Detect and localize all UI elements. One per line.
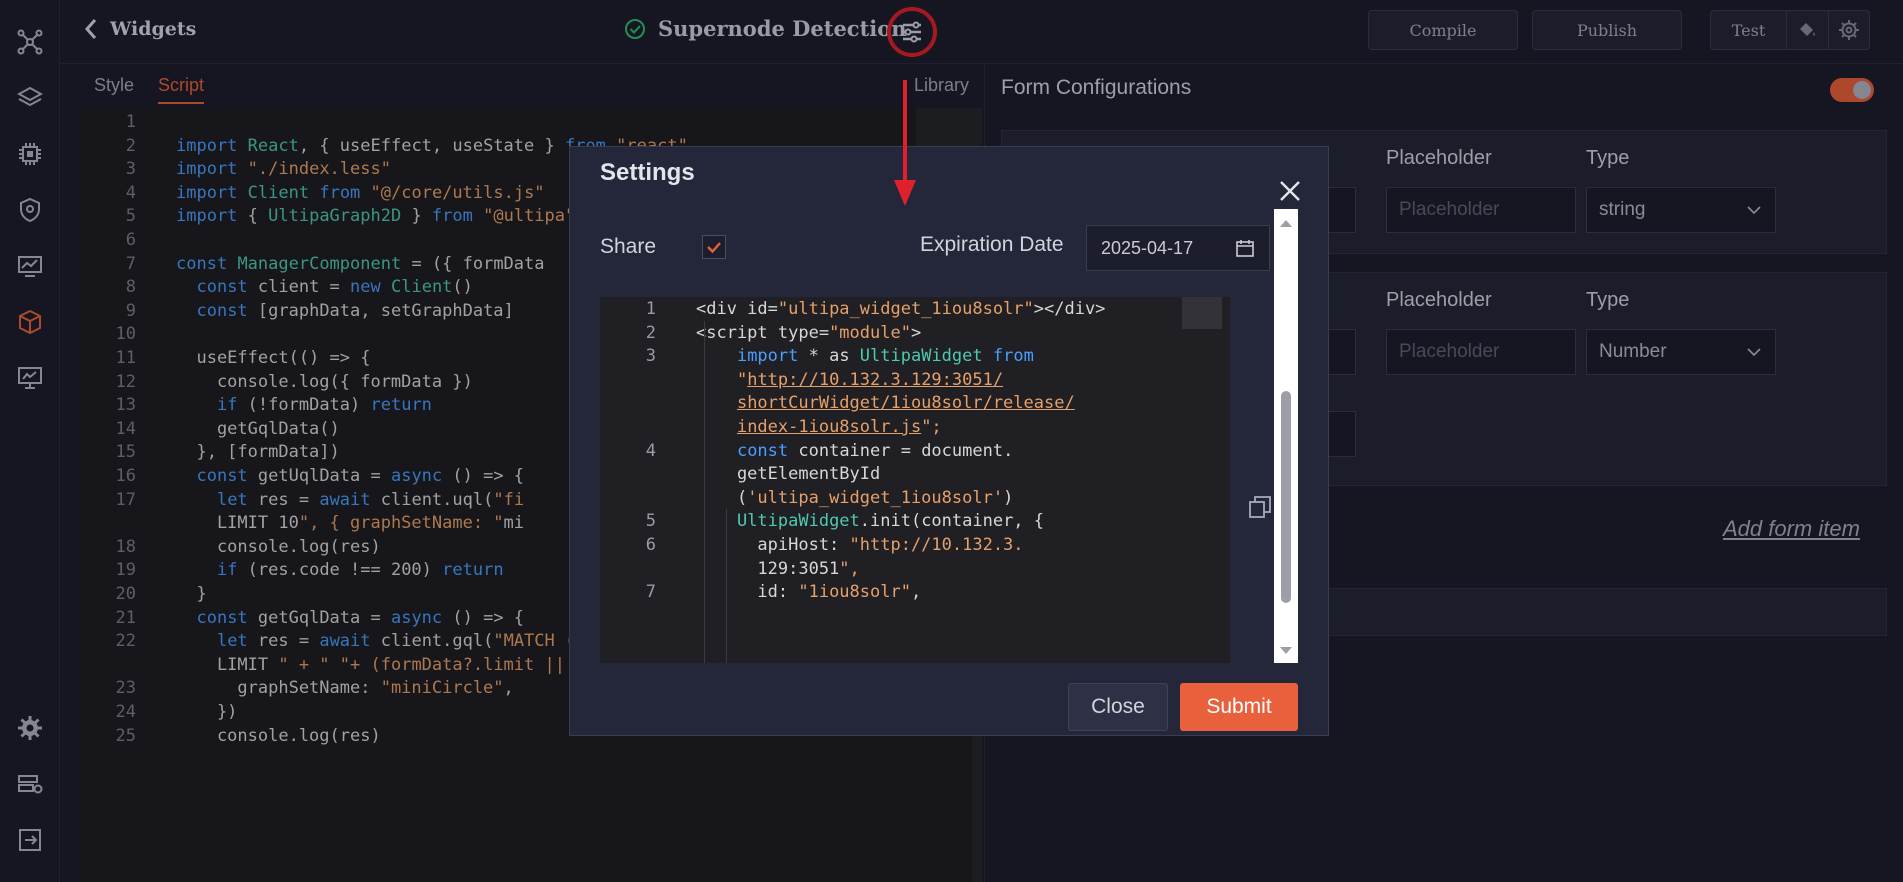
close-icon [1280,181,1300,201]
code-line: "http://10.132.3.129:3051/ [736,369,1004,390]
code-line: const container = document. [736,440,1014,461]
calendar-icon [1236,240,1254,257]
line-number: 5 [645,511,656,532]
code-line: <div id="ultipa_widget_1iou8solr"></div> [696,299,1106,319]
code-line: id: "1iou8solr", [696,582,922,603]
code-line: <script type="module"> [696,322,922,343]
embed-code-block[interactable]: 1 <div id="ultipa_widget_1iou8solr"></div… [600,297,1230,663]
expiration-date-picker[interactable]: 2025-04-17 [1086,225,1270,271]
code-line: apiHost: "http://10.132.3. [696,535,1024,555]
share-checkbox[interactable] [702,235,726,259]
line-number: 4 [645,440,656,461]
close-button[interactable]: Close [1068,683,1168,731]
scroll-down-icon [1280,647,1292,654]
code-minimap[interactable] [1182,297,1222,329]
expiration-date-value: 2025-04-17 [1101,237,1194,258]
annotation-arrow-icon [894,80,916,206]
line-number: 7 [645,582,656,603]
copy-button[interactable] [1248,495,1272,519]
code-line: UltipaWidget.init(container, { [736,511,1045,532]
line-number: 2 [645,322,656,343]
code-line: 129:3051", [696,558,860,579]
scroll-up-icon [1280,220,1292,227]
indent-guide [726,509,727,663]
modal-close-button[interactable] [1276,177,1304,205]
check-icon [707,242,721,254]
submit-button[interactable]: Submit [1180,683,1298,731]
share-label: Share [600,235,657,258]
indent-guide [704,321,705,663]
code-line: import * as UltipaWidget from [736,346,1034,367]
modal-scrollbar[interactable] [1274,209,1298,663]
code-line: shortCurWidget/1iou8solr/release/ [736,393,1075,414]
line-number: 3 [645,346,656,367]
scroll-thumb[interactable] [1281,391,1291,603]
settings-modal: Settings Share Expiration Date 2025-04-1… [569,146,1329,736]
modal-title: Settings [600,159,695,186]
code-line: getElementById [696,464,881,485]
copy-icon [1249,496,1271,518]
expiration-label: Expiration Date [920,233,1064,256]
line-number: 1 [645,299,656,319]
line-number: 6 [645,535,656,555]
code-line: ('ultipa_widget_1iou8solr') [696,487,1014,508]
code-line: index-1iou8solr.js"; [736,417,942,437]
